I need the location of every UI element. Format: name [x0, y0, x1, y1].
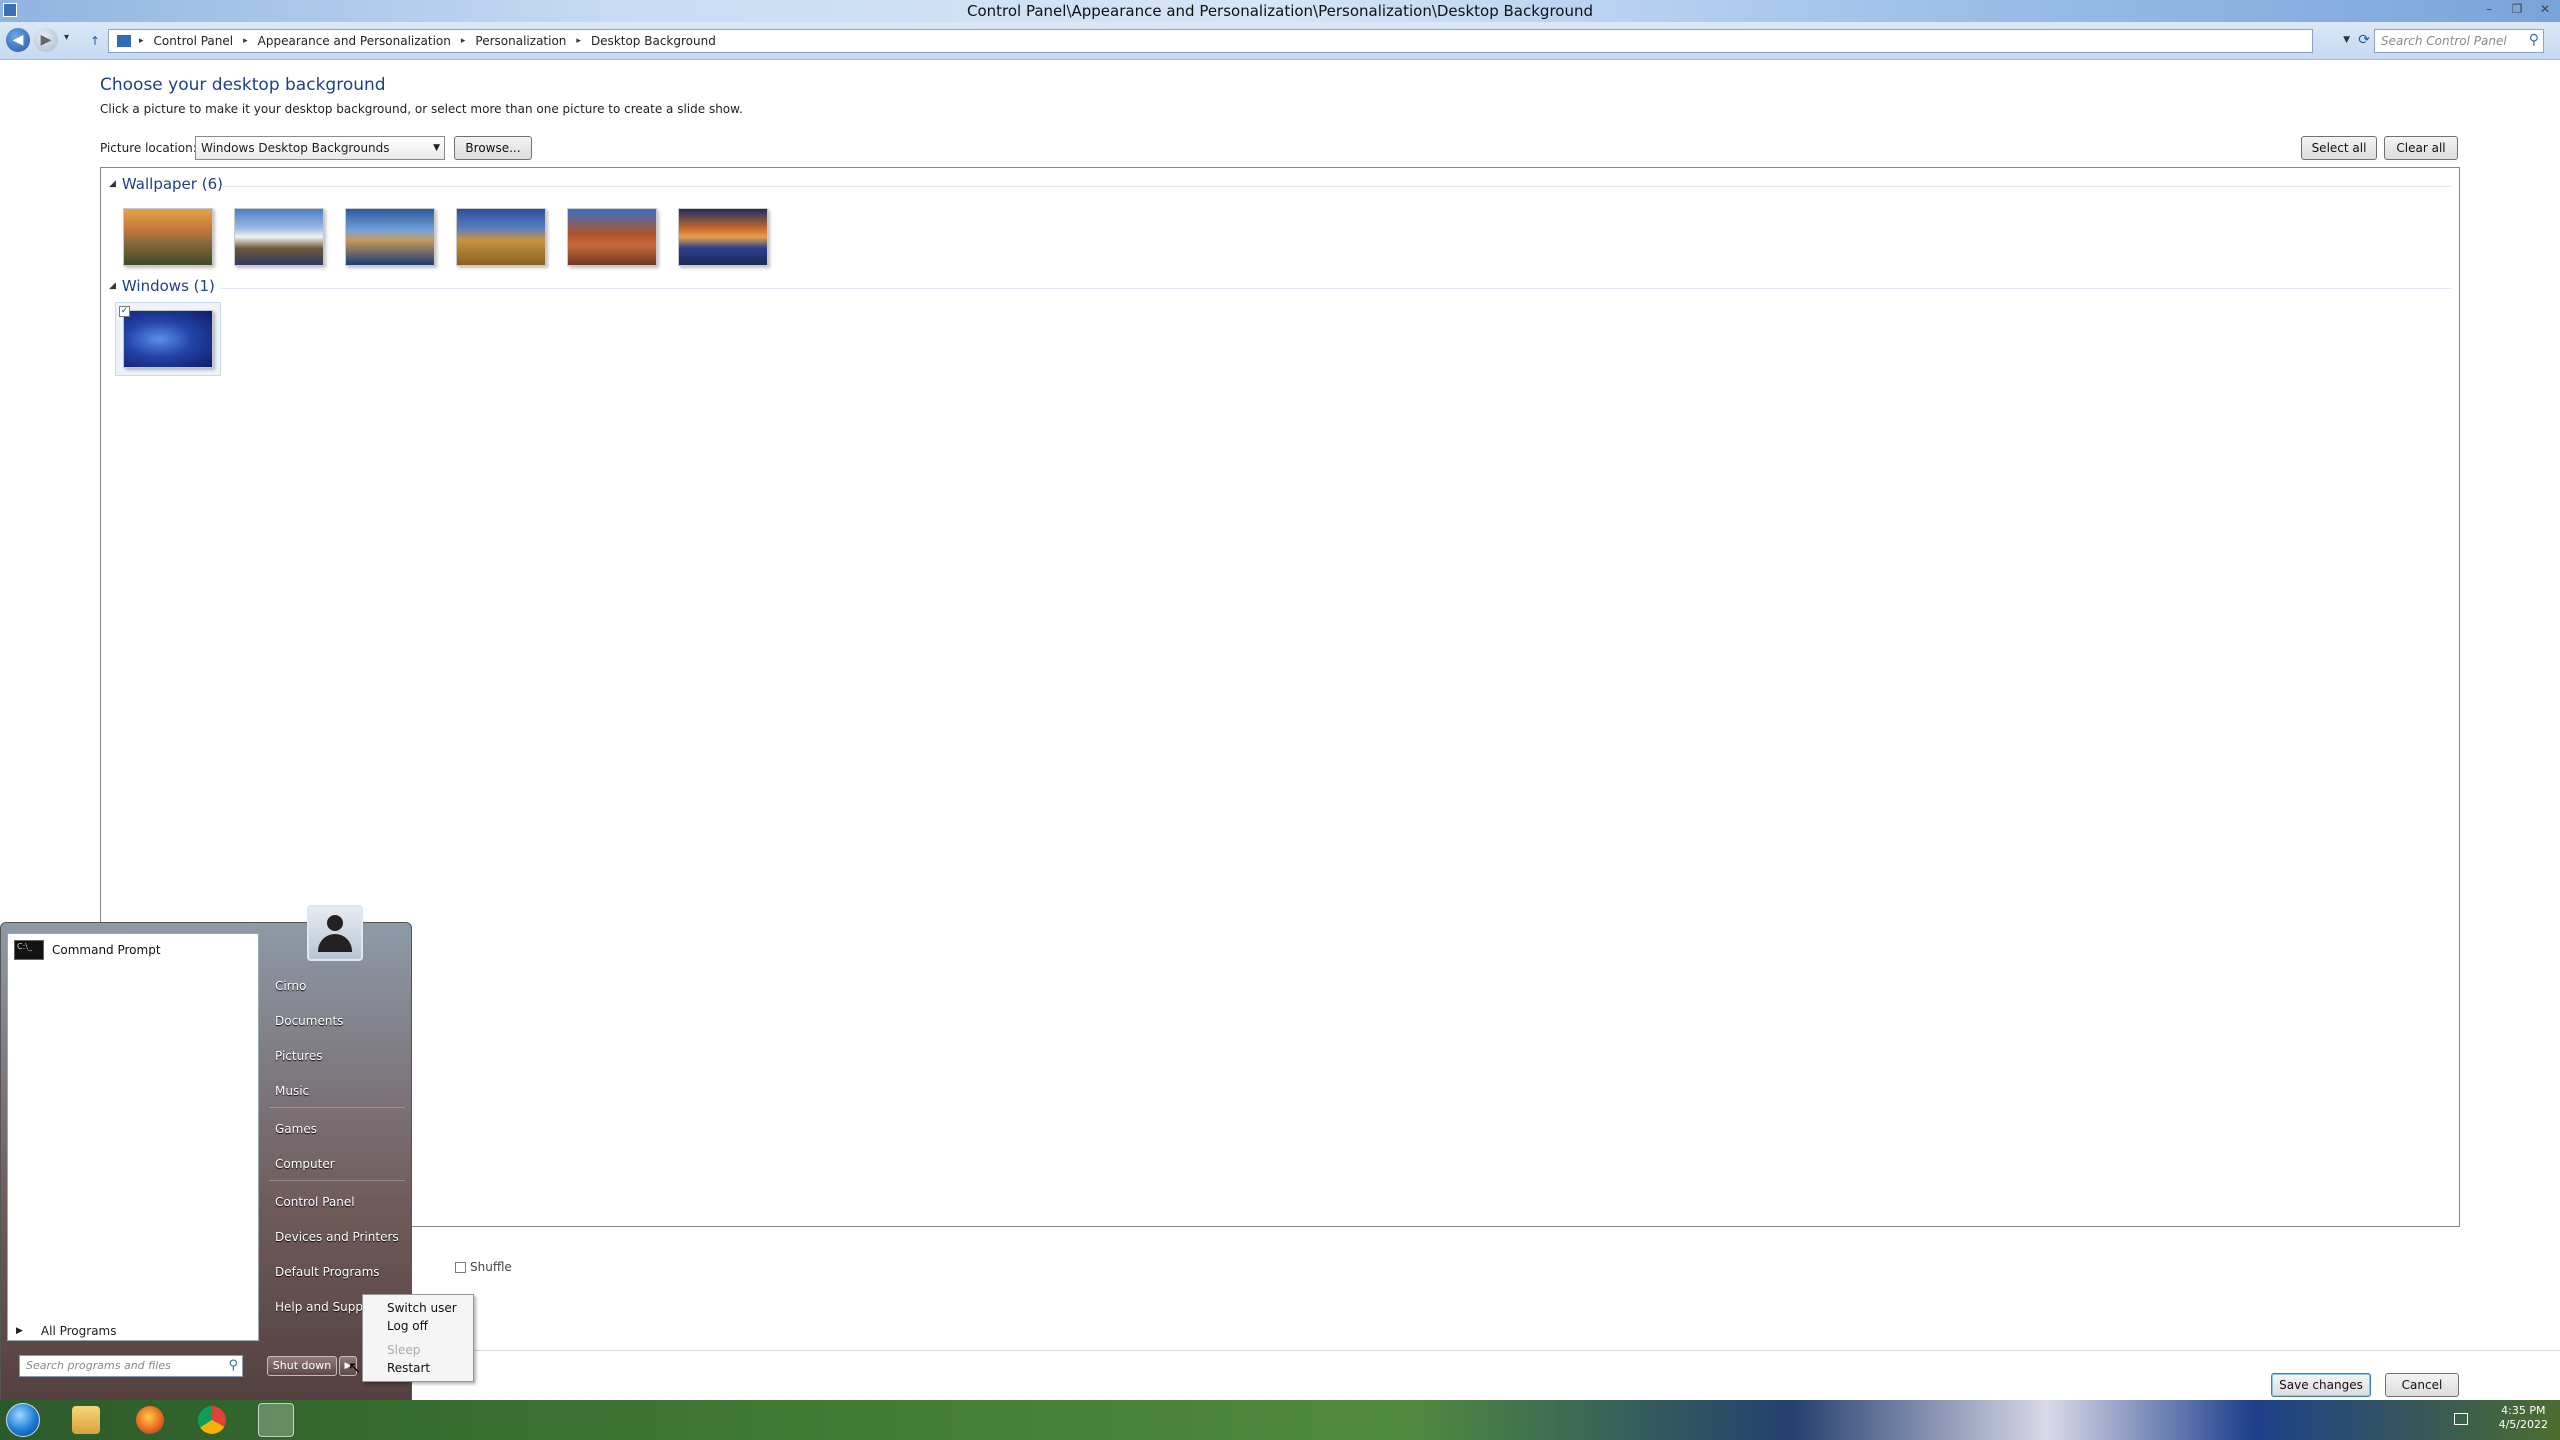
wallpaper-thumbnail[interactable]	[123, 310, 213, 368]
start-item-computer[interactable]: Computer	[275, 1157, 335, 1171]
group-title: Wallpaper (6)	[121, 175, 223, 193]
shuffle-checkbox[interactable]	[455, 1261, 466, 1273]
forward-button[interactable]: ▶	[34, 28, 58, 52]
command-prompt-icon: C:\_	[14, 940, 44, 960]
all-programs-button[interactable]: ▶ All Programs	[16, 1324, 117, 1338]
shut-down-button[interactable]: Shut down	[267, 1356, 337, 1376]
mouse-cursor-icon: ↖	[348, 1358, 362, 1377]
group-divider	[221, 288, 2451, 289]
page-description: Click a picture to make it your desktop …	[100, 102, 743, 116]
start-menu-programs: C:\_ Command Prompt ▶ All Programs	[7, 933, 259, 1341]
wallpaper-thumbnail[interactable]	[123, 208, 213, 266]
taskbar: 4:35 PM 4/5/2022	[0, 1400, 2560, 1440]
refresh-icon[interactable]: ⟳	[2358, 32, 2370, 48]
start-item-documents[interactable]: Documents	[275, 1014, 343, 1028]
close-button[interactable]: ✕	[2536, 2, 2554, 16]
breadcrumb[interactable]: ▸ Control Panel ▸ Appearance and Persona…	[108, 29, 2313, 53]
thumbnail-checkbox[interactable]: ✓	[119, 306, 130, 317]
picture-location-label: Picture location:	[100, 141, 197, 155]
clear-all-button[interactable]: Clear all	[2384, 136, 2458, 160]
back-button[interactable]: ◀	[6, 28, 30, 52]
menu-item-sleep: Sleep	[387, 1343, 421, 1357]
wallpaper-thumbnail[interactable]	[345, 208, 435, 266]
start-menu-item-command-prompt[interactable]: C:\_ Command Prompt	[14, 940, 161, 960]
wallpaper-thumbnail[interactable]	[234, 208, 324, 266]
clock[interactable]: 4:35 PM 4/5/2022	[2499, 1404, 2548, 1432]
wallpaper-thumbnail[interactable]	[567, 208, 657, 266]
wallpaper-thumbnail[interactable]	[456, 208, 546, 266]
power-options-menu: Switch user Log off Sleep Restart	[362, 1294, 474, 1382]
network-icon[interactable]	[2454, 1413, 2468, 1425]
window-title: Control Panel\Appearance and Personaliza…	[966, 2, 1593, 20]
chevron-right-icon[interactable]: ▸	[139, 36, 144, 46]
clock-time: 4:35 PM	[2501, 1404, 2546, 1417]
save-changes-button[interactable]: Save changes	[2271, 1373, 2371, 1397]
start-menu: C:\_ Command Prompt ▶ All Programs Searc…	[0, 905, 412, 1402]
menu-item-restart[interactable]: Restart	[387, 1361, 430, 1375]
menu-item-switch-user[interactable]: Switch user	[387, 1301, 457, 1315]
shuffle-option[interactable]: Shuffle	[455, 1260, 512, 1274]
menu-item-log-off[interactable]: Log off	[387, 1319, 428, 1333]
start-item-control-panel[interactable]: Control Panel	[275, 1195, 355, 1209]
browse-button[interactable]: Browse...	[454, 136, 532, 160]
breadcrumb-appearance[interactable]: Appearance and Personalization	[258, 34, 451, 48]
menu-separator	[269, 1180, 405, 1181]
menu-separator	[269, 1107, 405, 1108]
search-input[interactable]: Search Control Panel ⚲	[2374, 29, 2544, 53]
clock-date: 4/5/2022	[2498, 1418, 2548, 1431]
windows-explorer-icon[interactable]	[72, 1406, 100, 1434]
control-panel-taskbar-button[interactable]	[258, 1403, 294, 1437]
group-header-wallpaper[interactable]: ◢ Wallpaper (6)	[109, 175, 223, 193]
collapse-triangle-icon[interactable]: ◢	[109, 281, 116, 291]
chevron-right-icon[interactable]: ▸	[461, 36, 466, 46]
recent-pages-dropdown-icon[interactable]: ▾	[64, 32, 69, 43]
search-icon[interactable]: ⚲	[228, 1358, 238, 1373]
start-search-input[interactable]: Search programs and files ⚲	[19, 1355, 243, 1377]
wallpaper-thumbnail[interactable]	[678, 208, 768, 266]
group-title: Windows (1)	[121, 277, 215, 295]
all-programs-label: All Programs	[40, 1324, 117, 1338]
search-icon[interactable]: ⚲	[2529, 32, 2539, 48]
page-title: Choose your desktop background	[100, 75, 386, 95]
up-arrow-icon[interactable]: ↑	[90, 34, 100, 48]
group-header-windows[interactable]: ◢ Windows (1)	[109, 277, 215, 295]
chevron-right-icon: ▶	[16, 1326, 23, 1336]
program-label: Command Prompt	[52, 943, 161, 957]
start-item-default-programs[interactable]: Default Programs	[275, 1265, 380, 1279]
firefox-icon[interactable]	[136, 1406, 164, 1434]
start-search-placeholder: Search programs and files	[26, 1359, 171, 1372]
control-panel-icon	[117, 35, 131, 47]
picture-location-value: Windows Desktop Backgrounds	[201, 141, 390, 155]
start-menu-places: Cirno Documents Pictures Music Games Com…	[263, 923, 409, 1343]
breadcrumb-personalization[interactable]: Personalization	[475, 34, 566, 48]
start-item-games[interactable]: Games	[275, 1122, 317, 1136]
address-dropdown-icon[interactable]: ▼	[2343, 35, 2350, 45]
shuffle-label: Shuffle	[470, 1260, 512, 1274]
restore-button[interactable]: ❐	[2508, 2, 2526, 16]
start-item-user[interactable]: Cirno	[275, 979, 306, 993]
picture-location-select[interactable]: Windows Desktop Backgrounds ▼	[195, 136, 445, 160]
start-item-music[interactable]: Music	[275, 1084, 309, 1098]
chevron-right-icon[interactable]: ▸	[576, 36, 581, 46]
breadcrumb-desktop-background[interactable]: Desktop Background	[591, 34, 716, 48]
group-divider	[221, 186, 2451, 187]
minimize-button[interactable]: –	[2480, 2, 2498, 16]
cancel-button[interactable]: Cancel	[2385, 1373, 2459, 1397]
address-bar: ◀ ▶ ▾ ↑ ▸ Control Panel ▸ Appearance and…	[0, 22, 2560, 60]
start-item-devices-printers[interactable]: Devices and Printers	[275, 1230, 399, 1244]
title-bar: Control Panel\Appearance and Personaliza…	[0, 0, 2560, 22]
search-placeholder: Search Control Panel	[2381, 34, 2507, 48]
select-all-button[interactable]: Select all	[2301, 136, 2377, 160]
breadcrumb-control-panel[interactable]: Control Panel	[154, 34, 234, 48]
start-item-pictures[interactable]: Pictures	[275, 1049, 323, 1063]
chevron-right-icon[interactable]: ▸	[243, 36, 248, 46]
chevron-down-icon: ▼	[433, 143, 440, 153]
wallpaper-gallery: ◢ Wallpaper (6) ◢ Windows (1) ✓	[100, 167, 2460, 1227]
collapse-triangle-icon[interactable]: ◢	[109, 179, 116, 189]
chrome-icon[interactable]	[198, 1406, 226, 1434]
start-button[interactable]	[6, 1403, 40, 1437]
